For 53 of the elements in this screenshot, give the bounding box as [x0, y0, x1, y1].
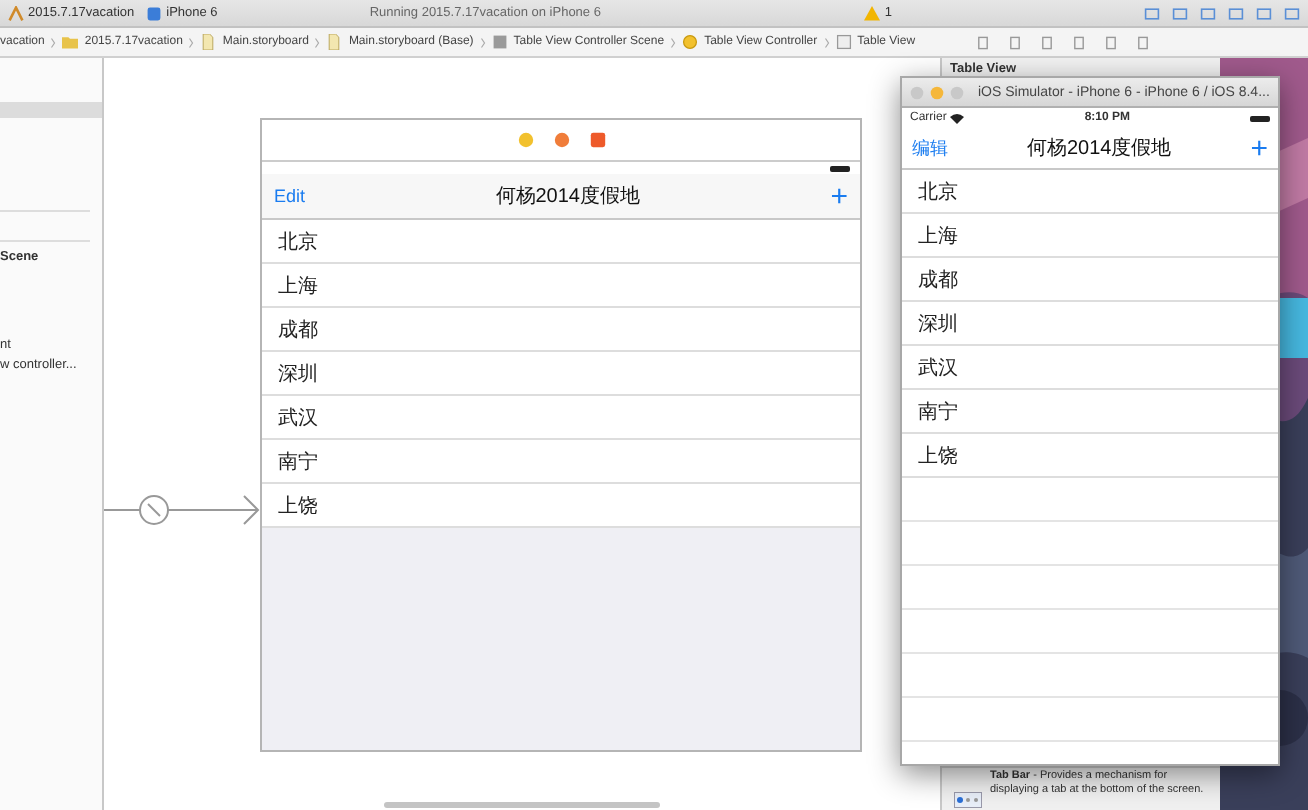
table-cell[interactable]: 武汉 — [918, 353, 958, 381]
table-cell[interactable]: 深圳 — [278, 359, 318, 387]
inspector-tab-icon[interactable] — [976, 35, 990, 49]
table-cell[interactable]: 南宁 — [918, 397, 958, 425]
edit-button[interactable]: Edit — [274, 186, 306, 206]
chevron-icon — [50, 35, 57, 49]
device-icon[interactable] — [146, 5, 163, 21]
add-button[interactable]: + — [830, 181, 848, 211]
warning-icon[interactable] — [864, 5, 881, 21]
battery-icon — [1250, 115, 1270, 121]
inspector-tab-icon[interactable] — [1072, 35, 1086, 49]
file-icon — [326, 34, 343, 50]
table-cell[interactable]: 深圳 — [918, 309, 958, 337]
inspector-tab-icon[interactable] — [1136, 35, 1150, 49]
inspector-tab-icon[interactable] — [1040, 35, 1054, 49]
responder-icon[interactable] — [553, 132, 569, 148]
table-cell[interactable]: 成都 — [918, 265, 958, 293]
table-cell[interactable]: 上饶 — [278, 491, 318, 519]
add-button[interactable]: + — [1250, 133, 1268, 163]
view-icon — [835, 34, 852, 50]
table-cell[interactable]: 武汉 — [278, 403, 318, 431]
chevron-icon — [314, 35, 321, 49]
minimize-icon[interactable] — [930, 85, 944, 99]
scene-frame[interactable]: Edit 何杨2014度假地 + 北京 上海 成都 深圳 武汉 南宁 上饶 — [260, 118, 862, 752]
controller-icon — [682, 34, 699, 50]
battery-icon — [830, 166, 850, 172]
selected-row-highlight — [0, 102, 102, 118]
segue-arrow[interactable] — [104, 495, 260, 525]
nav-title: 何杨2014度假地 — [1026, 135, 1172, 162]
table-cell[interactable]: 北京 — [278, 227, 318, 255]
table-cell[interactable]: 南宁 — [278, 447, 318, 475]
folder-icon — [62, 34, 79, 50]
wifi-icon — [950, 113, 965, 123]
controller-icon[interactable] — [517, 132, 533, 148]
chevron-icon — [823, 35, 830, 49]
inspector-tab-icon[interactable] — [1104, 35, 1118, 49]
table-cell[interactable]: 北京 — [918, 177, 958, 205]
scroll-bar[interactable] — [384, 802, 660, 808]
chevron-icon — [670, 35, 677, 49]
table-cell[interactable]: 上饶 — [918, 441, 958, 469]
close-icon[interactable] — [910, 85, 924, 99]
nav-title: 何杨2014度假地 — [495, 183, 640, 210]
edit-button[interactable]: 编辑 — [912, 135, 948, 161]
scene-icon — [491, 34, 508, 50]
table-cell[interactable]: 上海 — [278, 271, 318, 299]
exit-icon[interactable] — [589, 132, 605, 148]
chevron-icon — [188, 35, 195, 49]
table-cell[interactable]: 上海 — [918, 221, 958, 249]
zoom-icon[interactable] — [950, 85, 964, 99]
file-icon — [200, 34, 217, 50]
table-cell[interactable]: 成都 — [278, 315, 318, 343]
inspector-tab-icon[interactable] — [1008, 35, 1022, 49]
chevron-icon — [479, 35, 486, 49]
